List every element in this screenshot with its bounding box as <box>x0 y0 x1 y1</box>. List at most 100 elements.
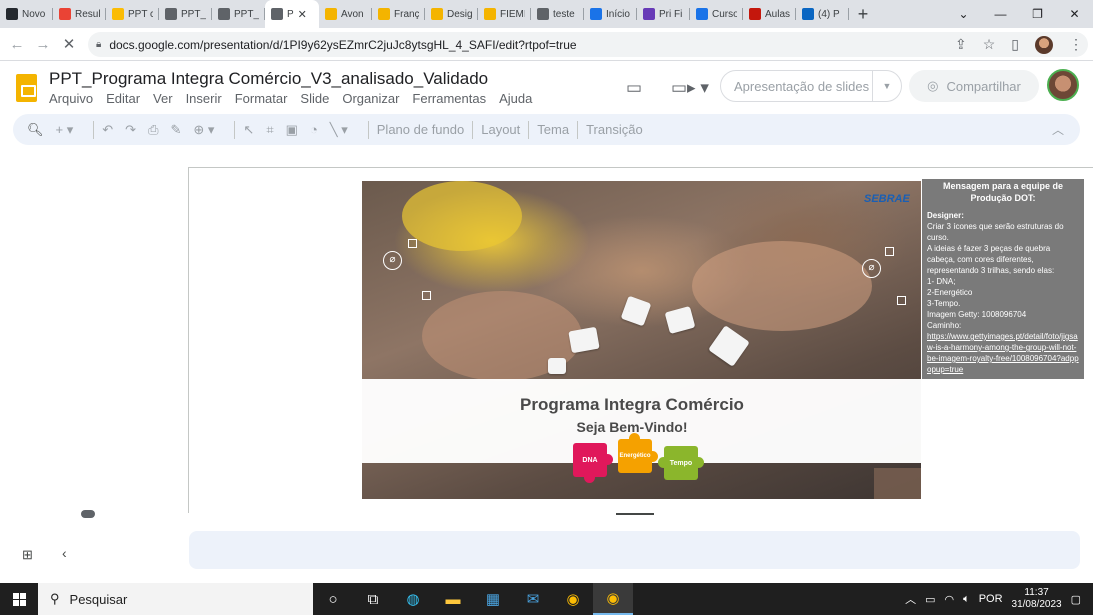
browser-tab[interactable]: P ✕ <box>265 0 319 28</box>
minimize-icon[interactable]: — <box>982 0 1019 28</box>
browser-tab[interactable]: Pri Fi <box>637 0 690 28</box>
filmstrip-resize-handle[interactable] <box>81 510 95 518</box>
layout-button[interactable]: Layout <box>481 122 520 137</box>
forward-icon[interactable]: → <box>30 36 56 53</box>
menu-item[interactable]: Editar <box>106 91 140 106</box>
hand-image <box>692 241 872 331</box>
battery-icon[interactable]: ▭ <box>925 593 935 606</box>
puzzle-piece <box>708 325 750 367</box>
wifi-icon[interactable]: ◠ <box>944 593 954 606</box>
menu-item[interactable]: Formatar <box>235 91 288 106</box>
back-icon[interactable]: ← <box>4 36 30 53</box>
meet-icon[interactable]: ▭▸ ▾ <box>671 78 709 98</box>
scroll-indicator[interactable] <box>616 513 654 515</box>
grid-view-icon[interactable]: ⊞ <box>22 547 33 563</box>
line-icon[interactable]: ╲ ▾ <box>330 122 348 138</box>
browser-tab[interactable]: Novo <box>0 0 53 28</box>
browser-tab[interactable]: Início <box>584 0 637 28</box>
cortana-icon[interactable]: ○ <box>313 583 353 615</box>
share-page-icon[interactable]: ⇪ <box>955 36 967 53</box>
url-bar[interactable]: 🔒︎ docs.google.com/presentation/d/1PI9y6… <box>88 32 1088 57</box>
share-button[interactable]: ◎ Compartilhar <box>909 70 1039 102</box>
paint-format-icon[interactable]: ✎ <box>170 122 181 138</box>
browser-tab[interactable]: Franç <box>372 0 425 28</box>
side-panel-icon[interactable]: ▯ <box>1011 36 1019 53</box>
menu-item[interactable]: Arquivo <box>49 91 93 106</box>
puzzle-piece <box>568 326 600 354</box>
shape-icon[interactable]: ◔ <box>310 122 318 137</box>
browser-tab[interactable]: PPT_ <box>212 0 265 28</box>
restore-icon[interactable]: ❐ <box>1019 0 1056 28</box>
edge-icon[interactable]: ◍ <box>393 583 433 615</box>
search-menus-icon[interactable]: 🔍︎ <box>27 122 44 138</box>
note-link[interactable]: https://www.gettyimages.pt/detail/foto/j… <box>927 331 1079 375</box>
close-tab-icon[interactable]: ✕ <box>298 8 307 21</box>
taskbar-search[interactable]: ⚲ Pesquisar <box>38 583 313 615</box>
undo-icon[interactable]: ↶ <box>102 122 113 138</box>
tab-label: Início <box>606 8 630 20</box>
stop-icon[interactable]: ✕ <box>56 35 82 53</box>
bookmark-star-icon[interactable]: ☆ <box>983 36 996 53</box>
menu-item[interactable]: Slide <box>300 91 329 106</box>
browser-tab[interactable]: Curso <box>690 0 743 28</box>
mail-icon[interactable]: ✉ <box>513 583 553 615</box>
tab-label: Avon <box>341 8 364 20</box>
account-avatar[interactable] <box>1047 69 1079 101</box>
store-icon[interactable]: ▦ <box>473 583 513 615</box>
browser-tab[interactable]: teste <box>531 0 584 28</box>
menu-item[interactable]: Organizar <box>342 91 399 106</box>
share-label: Compartilhar <box>946 78 1021 94</box>
browser-tab[interactable]: (4) P <box>796 0 849 28</box>
slideshow-button[interactable]: Apresentação de slides ▼ <box>720 70 902 102</box>
select-icon[interactable]: ↖ <box>243 122 254 138</box>
slideshow-dropdown-icon[interactable]: ▼ <box>873 81 901 91</box>
language-indicator[interactable]: POR <box>979 593 1003 605</box>
notifications-icon[interactable]: ▢ <box>1071 593 1081 606</box>
transition-button[interactable]: Transição <box>586 122 643 137</box>
file-explorer-icon[interactable]: ▬ <box>433 583 473 615</box>
chrome-icon[interactable]: ◉ <box>553 583 593 615</box>
background-button[interactable]: Plano de fundo <box>377 122 464 137</box>
theme-button[interactable]: Tema <box>537 122 569 137</box>
browser-tab[interactable]: Avon <box>319 0 372 28</box>
start-icon[interactable] <box>0 592 38 606</box>
chrome-active-icon[interactable]: ◉ <box>593 583 633 615</box>
production-note[interactable]: Mensagem para a equipe de Produção DOT: … <box>922 179 1084 379</box>
text-box-icon[interactable]: ⌗ <box>266 122 273 138</box>
browser-tab[interactable]: Desig <box>425 0 478 28</box>
puzzle-piece <box>664 306 696 334</box>
speaker-notes[interactable] <box>189 531 1080 569</box>
tab-search-icon[interactable]: ⌄ <box>945 0 982 28</box>
image-icon[interactable]: ▣ <box>286 122 298 138</box>
zoom-icon[interactable]: ⊕ ▾ <box>193 122 214 138</box>
collapse-toolbar-icon[interactable]: ︿ <box>1052 121 1064 138</box>
profile-avatar[interactable] <box>1035 35 1053 54</box>
close-window-icon[interactable]: ✕ <box>1056 0 1093 28</box>
clock[interactable]: 11:37 31/08/2023 <box>1012 587 1062 611</box>
tray-chevron-icon[interactable]: ︿ <box>905 591 916 607</box>
browser-menu-icon[interactable]: ⋮ <box>1069 36 1083 53</box>
note-title: Mensagem para a equipe de Produção DOT: <box>942 181 1064 203</box>
menu-item[interactable]: Ferramentas <box>412 91 486 106</box>
task-view-icon[interactable]: ⧉ <box>353 583 393 615</box>
new-tab-icon[interactable]: + <box>849 0 877 28</box>
volume-icon[interactable]: 🔈︎ <box>963 593 970 606</box>
redo-icon[interactable]: ↷ <box>125 122 136 138</box>
slides-logo[interactable] <box>16 74 37 102</box>
menu-item[interactable]: Ajuda <box>499 91 532 106</box>
tab-label: Pri Fi <box>659 8 683 20</box>
menu-item[interactable]: Ver <box>153 91 173 106</box>
comments-icon[interactable]: ▭ <box>626 78 642 98</box>
browser-tab[interactable]: Aulas <box>743 0 796 28</box>
menu-item[interactable]: Inserir <box>186 91 222 106</box>
browser-tab[interactable]: Resul <box>53 0 106 28</box>
print-icon[interactable]: ⎙ <box>148 122 158 138</box>
browser-tab[interactable]: PPT c <box>106 0 159 28</box>
document-title[interactable]: PPT_Programa Integra Comércio_V3_analisa… <box>49 69 488 89</box>
system-tray: ︿ ▭ ◠ 🔈︎ POR 11:37 31/08/2023 ▢ <box>905 583 1093 615</box>
collapse-panel-icon[interactable]: ‹ <box>62 545 67 561</box>
browser-tab[interactable]: PPT_ <box>159 0 212 28</box>
slide[interactable]: SEBRAE ⌀ ⌀ Programa Integra Comércio Sej… <box>362 181 921 499</box>
new-slide-icon[interactable]: + ▾ <box>56 122 74 138</box>
browser-tab[interactable]: FIEMI <box>478 0 531 28</box>
